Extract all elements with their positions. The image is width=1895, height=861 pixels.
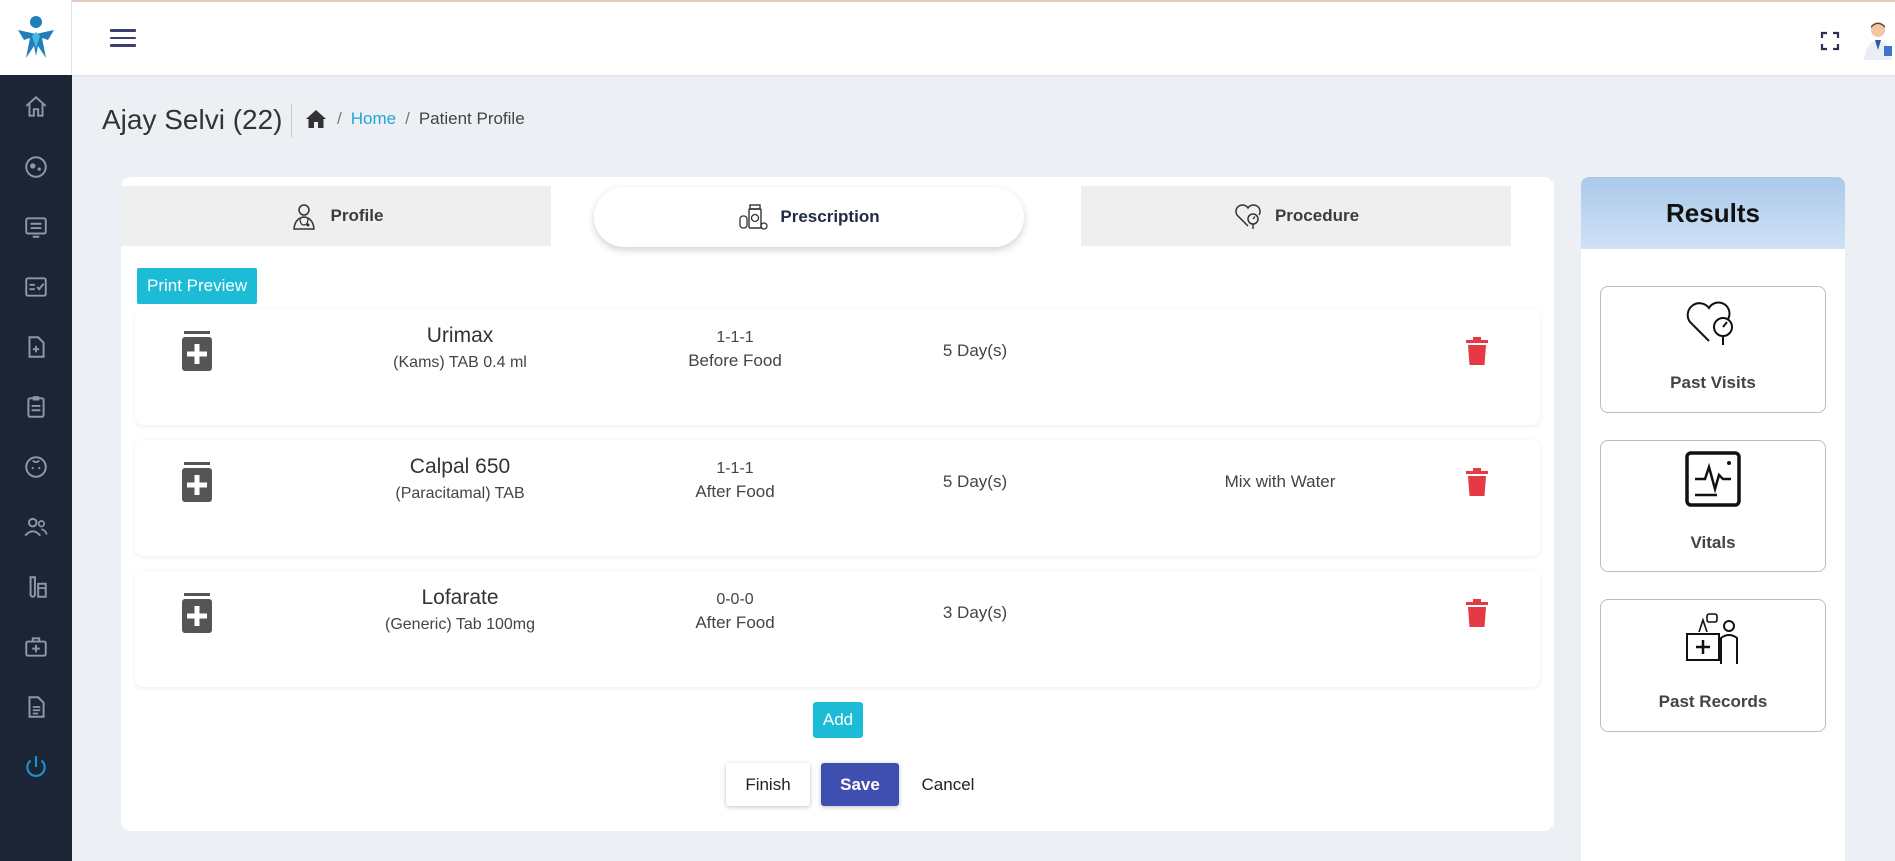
sidebar-item-medical-kit[interactable] <box>0 627 72 667</box>
vitals-chart-icon <box>1685 451 1741 507</box>
breadcrumb: / Home / Patient Profile <box>304 108 525 130</box>
menu-toggle-icon[interactable] <box>110 29 136 49</box>
finish-button[interactable]: Finish <box>726 763 810 806</box>
top-bar <box>72 0 1895 75</box>
cancel-button[interactable]: Cancel <box>909 763 987 806</box>
users-icon <box>24 517 48 537</box>
title-divider <box>291 104 292 138</box>
medicine-timing: Before Food <box>688 351 782 370</box>
prescription-row: Lofarate (Generic) Tab 100mg 0-0-0 After… <box>135 571 1540 687</box>
results-title: Results <box>1581 177 1845 249</box>
results-panel: Results Past Visits Vitals Past Records <box>1581 177 1845 861</box>
sidebar-item-new-file[interactable] <box>0 327 72 367</box>
save-button[interactable]: Save <box>821 763 899 806</box>
sidebar-item-checklist[interactable] <box>0 267 72 307</box>
past-records-card[interactable]: Past Records <box>1600 599 1826 732</box>
delete-trash-icon[interactable] <box>1465 337 1489 365</box>
print-preview-button[interactable]: Print Preview <box>137 268 258 304</box>
checklist-icon <box>25 277 47 297</box>
tab-profile-label: Profile <box>330 206 384 225</box>
medicine-bottle-icon <box>739 204 769 230</box>
medicine-jar-icon <box>182 462 212 502</box>
doctor-icon <box>292 204 315 230</box>
sidebar-item-clipboard[interactable] <box>0 387 72 427</box>
medicine-description: (Generic) Tab 100mg <box>385 616 535 633</box>
medicine-dosage: 0-0-0 <box>716 591 754 608</box>
page-title: Ajay Selvi (22) <box>102 104 283 135</box>
medicine-name: Calpal 650 <box>409 455 511 478</box>
prescription-row: Urimax (Kams) TAB 0.4 ml 1-1-1 Before Fo… <box>135 309 1540 425</box>
home-icon <box>25 95 47 117</box>
sidebar-item-patients[interactable] <box>0 147 72 187</box>
baby-face-icon <box>25 456 47 478</box>
past-visits-label: Past Visits <box>1670 373 1756 392</box>
medical-star-logo-icon <box>17 15 54 58</box>
medicine-description: (Kams) TAB 0.4 ml <box>393 354 527 371</box>
patient-face-icon <box>25 156 47 178</box>
medicine-timing: After Food <box>695 613 775 632</box>
fullscreen-icon[interactable] <box>1819 30 1841 52</box>
vials-icon <box>29 576 47 598</box>
tab-prescription-label: Prescription <box>780 207 880 226</box>
breadcrumb-separator: / <box>405 109 410 128</box>
sidebar <box>0 0 72 861</box>
past-records-label: Past Records <box>1658 692 1768 711</box>
document-icon <box>28 696 45 718</box>
breadcrumb-current: Patient Profile <box>418 109 525 128</box>
sidebar-item-logout[interactable] <box>0 747 72 787</box>
sidebar-item-documents[interactable] <box>0 687 72 727</box>
sidebar-item-monitor[interactable] <box>0 207 72 247</box>
medicine-timing: After Food <box>695 482 775 501</box>
medicine-jar-icon <box>182 593 212 633</box>
medicine-duration: 3 Day(s) <box>942 603 1008 622</box>
tab-prescription[interactable]: Prescription <box>594 187 1024 247</box>
monitor-list-icon <box>25 217 47 238</box>
sidebar-item-home[interactable] <box>0 87 72 127</box>
medicine-dosage: 1-1-1 <box>716 329 754 346</box>
medicine-jar-icon <box>182 331 212 371</box>
medicine-dosage: 1-1-1 <box>716 460 754 477</box>
breadcrumb-home-link[interactable]: Home <box>351 109 396 129</box>
add-medicine-button[interactable]: Add <box>813 702 863 738</box>
breadcrumb-separator: / <box>337 109 342 128</box>
medicine-name: Lofarate <box>421 586 499 609</box>
medicine-description: (Paracitamal) TAB <box>395 485 525 502</box>
tab-procedure-label: Procedure <box>1274 206 1360 225</box>
tab-profile[interactable]: Profile <box>121 186 551 246</box>
breadcrumb-home-icon[interactable] <box>304 108 328 130</box>
medical-kit-icon <box>25 637 47 657</box>
sidebar-item-lab[interactable] <box>0 567 72 607</box>
delete-trash-icon[interactable] <box>1465 599 1489 627</box>
medicine-note: Mix with Water <box>1224 472 1336 491</box>
sidebar-item-users[interactable] <box>0 507 72 547</box>
prescription-card: Profile Prescription Procedure Print Pre… <box>121 177 1554 831</box>
file-add-icon <box>28 336 45 358</box>
clipboard-icon <box>27 396 45 418</box>
medicine-name: Urimax <box>426 324 494 347</box>
past-visits-card[interactable]: Past Visits <box>1600 286 1826 413</box>
prescription-row: Calpal 650 (Paracitamal) TAB 1-1-1 After… <box>135 440 1540 556</box>
sidebar-item-pediatrics[interactable] <box>0 447 72 487</box>
medicine-duration: 5 Day(s) <box>942 472 1008 491</box>
heart-stethoscope-icon <box>1686 301 1733 345</box>
vitals-label: Vitals <box>1690 533 1736 552</box>
delete-trash-icon[interactable] <box>1465 468 1489 496</box>
vitals-card[interactable]: Vitals <box>1600 440 1826 572</box>
medicine-duration: 5 Day(s) <box>942 341 1008 360</box>
user-avatar[interactable] <box>1860 20 1895 60</box>
power-icon <box>26 756 46 778</box>
tab-procedure[interactable]: Procedure <box>1081 186 1511 246</box>
doctor-records-icon <box>1686 613 1738 664</box>
heart-stethoscope-icon <box>1235 204 1261 229</box>
app-logo[interactable] <box>0 0 72 75</box>
